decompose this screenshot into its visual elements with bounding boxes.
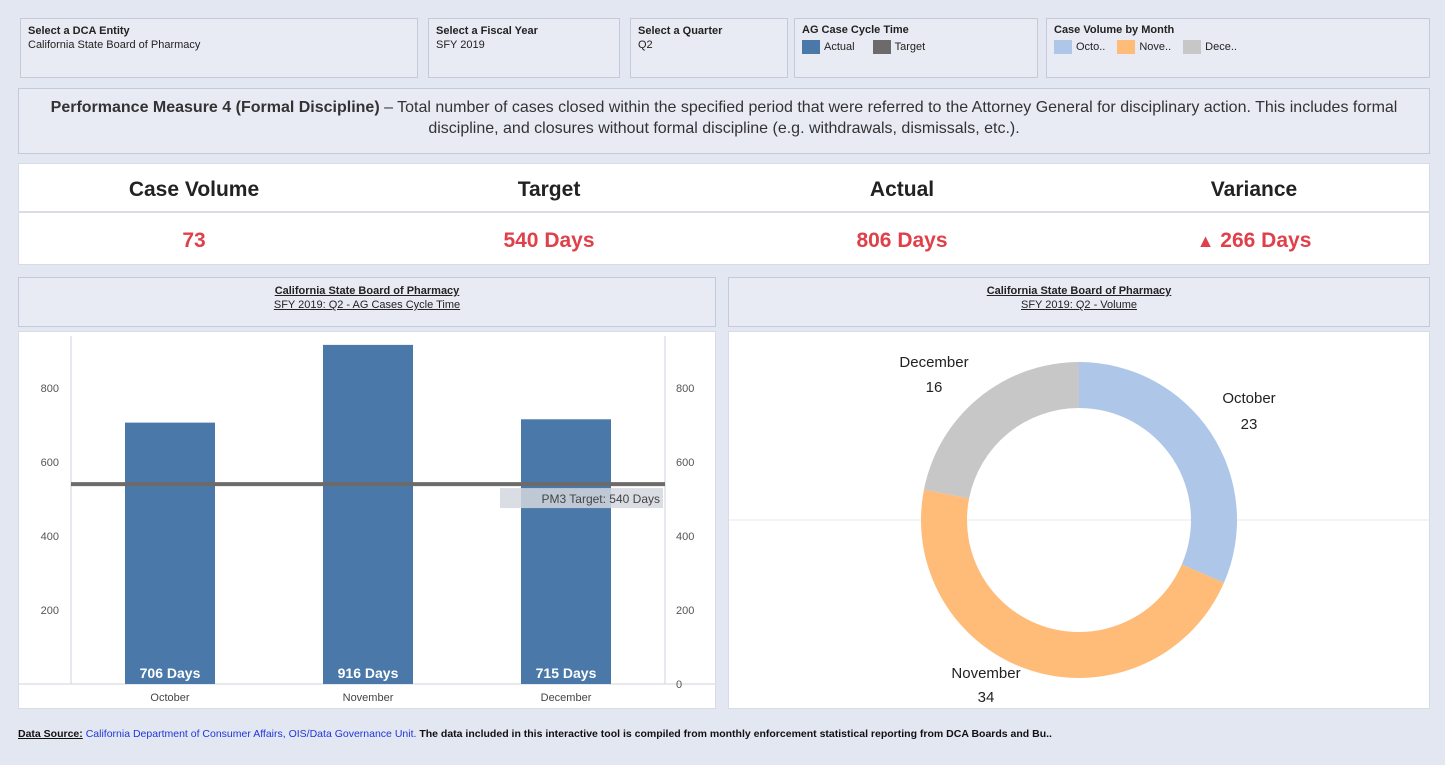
bar-chart-header: California State Board of Pharmacy SFY 2…	[18, 277, 716, 327]
y-tick-left-label: 200	[41, 605, 59, 617]
kpi-strip: Case Volume Target Actual Variance 73 54…	[18, 163, 1430, 265]
donut-chart: October 23 November 34 December 16	[729, 354, 1429, 706]
data-source-link[interactable]: California Department of Consumer Affair…	[86, 728, 417, 740]
cycle-time-legend: AG Case Cycle Time Actual Target	[794, 18, 1038, 78]
entity-filter-value[interactable]: California State Board of Pharmacy	[28, 39, 410, 51]
y-tick-right-label: 800	[676, 383, 694, 395]
legend-november-label: Nove..	[1139, 41, 1172, 53]
donut-chart-title: California State Board of Pharmacy	[986, 285, 1172, 297]
legend-december-label: Dece..	[1205, 41, 1237, 53]
slice-label-value: 23	[1241, 416, 1258, 433]
kpi-case-volume-label: Case Volume	[128, 178, 260, 201]
legend-november[interactable]: Nove..	[1117, 40, 1171, 54]
y-tick-left-label: 600	[41, 457, 59, 469]
fiscal-year-filter[interactable]: Select a Fiscal Year SFY 2019	[428, 18, 620, 78]
measure-description-text: – Total number of cases closed within th…	[379, 99, 1398, 137]
bar-chart-title: California State Board of Pharmacy	[274, 285, 460, 297]
donut-chart-subtitle: SFY 2019: Q2 - Volume	[1021, 299, 1137, 311]
legend-november-swatch	[1117, 40, 1136, 54]
x-tick-label: December	[541, 692, 592, 704]
donut-slice-october	[1079, 362, 1237, 583]
kpi-variance-number: 266 Days	[1220, 229, 1312, 252]
slice-label-name: December	[899, 354, 968, 371]
x-tick-label: November	[343, 692, 394, 704]
data-source-text: The data included in this interactive to…	[419, 728, 1052, 740]
legend-target[interactable]: Target	[872, 40, 926, 54]
fiscal-year-filter-label: Select a Fiscal Year	[436, 25, 538, 37]
y-tick-right-label: 400	[676, 531, 694, 543]
kpi-target-label: Target	[517, 178, 581, 201]
entity-filter[interactable]: Select a DCA Entity California State Boa…	[20, 18, 418, 78]
bar-data-label: 706 Days	[140, 665, 201, 681]
slice-label-value: 16	[926, 379, 943, 396]
slice-label-name: November	[951, 665, 1020, 682]
donut-chart-panel: October 23 November 34 December 16	[728, 331, 1430, 709]
legend-target-label: Target	[894, 41, 926, 53]
bar-chart-panel: 200 400 600 800 0 200 400 600 800 706 Days October…	[18, 331, 716, 709]
bar-data-label: 916 Days	[338, 665, 399, 681]
bar-chart: 200 400 600 800 0 200 400 600 800 706 Days October…	[19, 336, 715, 704]
legend-target-swatch	[872, 40, 891, 54]
data-source-label: Data Source:	[18, 728, 83, 740]
kpi-case-volume-value: 73	[182, 229, 206, 252]
legend-actual-label: Actual	[824, 41, 855, 53]
y-tick-left-label: 400	[41, 531, 59, 543]
quarter-filter-label: Select a Quarter	[638, 25, 723, 37]
legend-october-label: Octo..	[1076, 41, 1106, 53]
entity-filter-label: Select a DCA Entity	[28, 25, 130, 37]
slice-label-name: October	[1222, 390, 1275, 407]
y-tick-left-label: 800	[41, 383, 59, 395]
measure-description-title: Performance Measure 4 (Formal Discipline…	[50, 99, 380, 116]
donut-slice-december	[923, 362, 1079, 499]
cycle-time-legend-label: AG Case Cycle Time	[802, 24, 909, 36]
variance-up-arrow-icon: ▲	[1196, 231, 1215, 251]
quarter-filter[interactable]: Select a Quarter Q2	[630, 18, 788, 78]
legend-october-swatch	[1054, 40, 1072, 54]
donut-chart-header: California State Board of Pharmacy SFY 2…	[728, 277, 1430, 327]
donut-slice-november	[921, 489, 1224, 678]
volume-legend-label: Case Volume by Month	[1054, 24, 1175, 36]
legend-actual[interactable]: Actual	[802, 40, 855, 54]
legend-december-swatch	[1183, 40, 1202, 54]
fiscal-year-filter-value[interactable]: SFY 2019	[436, 39, 612, 51]
bar-october	[125, 422, 215, 684]
kpi-variance-label: Variance	[1210, 178, 1298, 201]
quarter-filter-value[interactable]: Q2	[638, 39, 780, 51]
target-reference-label: PM3 Target: 540 Days	[541, 492, 660, 506]
x-tick-label: October	[150, 692, 189, 704]
y-tick-right-label: 0	[676, 679, 682, 691]
y-tick-right-label: 200	[676, 605, 694, 617]
y-tick-right-label: 600	[676, 457, 694, 469]
kpi-target-value: 540 Days	[503, 229, 595, 252]
kpi-actual-value: 806 Days	[856, 229, 948, 252]
bar-chart-subtitle: SFY 2019: Q2 - AG Cases Cycle Time	[273, 299, 461, 311]
bar-data-label: 715 Days	[536, 665, 597, 681]
legend-december[interactable]: Dece..	[1183, 40, 1237, 54]
kpi-variance-value: ▲ 266 Days	[1139, 229, 1369, 253]
data-source-footer: Data Source: California Department of Co…	[18, 728, 1438, 740]
bar-november	[323, 344, 413, 684]
slice-label-value: 34	[978, 689, 995, 706]
legend-october[interactable]: Octo..	[1054, 40, 1105, 54]
kpi-divider	[19, 211, 1429, 213]
volume-legend: Case Volume by Month Octo.. Nove.. Dece.…	[1046, 18, 1430, 78]
bar-december	[521, 419, 611, 684]
kpi-actual-label: Actual	[869, 178, 935, 201]
measure-description: Performance Measure 4 (Formal Discipline…	[18, 88, 1430, 154]
legend-actual-swatch	[802, 40, 820, 54]
